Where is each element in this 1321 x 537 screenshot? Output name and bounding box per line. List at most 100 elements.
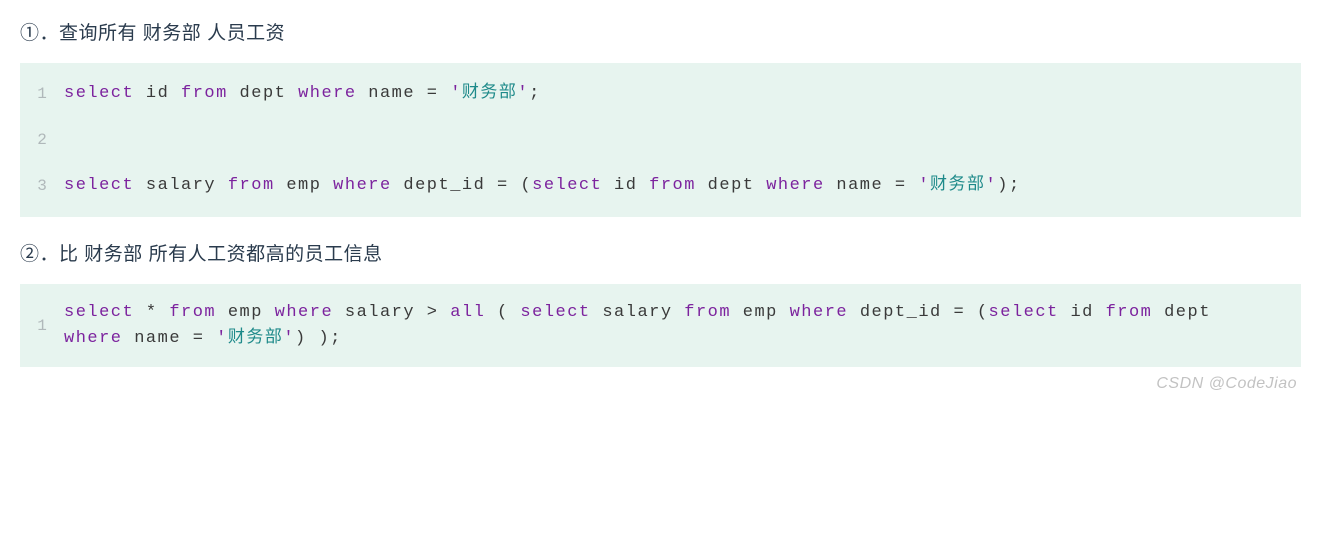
code-token — [696, 176, 708, 195]
code-token: id — [1070, 303, 1093, 322]
section-heading: ②．比 财务部 所有人工资都高的员工信息 — [20, 239, 1301, 266]
code-token: ' — [918, 176, 930, 195]
code-token: salary — [345, 303, 415, 322]
code-token — [275, 176, 287, 195]
code-token: emp — [743, 303, 778, 322]
code-token: ' — [216, 329, 228, 348]
code-token — [1094, 303, 1106, 322]
code-token — [825, 176, 837, 195]
heading-prefix: ②．比 — [20, 244, 84, 265]
code-token: ' — [517, 84, 529, 103]
code-line: 2 — [20, 117, 1301, 163]
code-content: select * from emp where salary > all ( s… — [64, 300, 1301, 351]
code-token — [415, 84, 427, 103]
line-number: 1 — [20, 317, 64, 335]
code-token — [778, 303, 790, 322]
code-token — [965, 303, 977, 322]
code-token: from — [649, 176, 696, 195]
code-token: where — [766, 176, 825, 195]
line-number: 2 — [20, 131, 64, 149]
code-token: = — [427, 84, 439, 103]
heading-bold: 财务部 — [84, 244, 143, 265]
code-token: ' — [283, 329, 295, 348]
code-token — [485, 176, 497, 195]
code-token: select — [64, 176, 134, 195]
code-token: from — [1106, 303, 1153, 322]
code-token: id — [146, 84, 169, 103]
code-token: select — [989, 303, 1059, 322]
code-token — [134, 176, 146, 195]
code-token — [602, 176, 614, 195]
code-token — [439, 303, 451, 322]
code-token: ) — [997, 176, 1009, 195]
code-token: where — [298, 84, 357, 103]
code-token — [321, 176, 333, 195]
code-token: = — [193, 329, 205, 348]
code-token: 财务部 — [462, 84, 518, 103]
code-token: ; — [529, 84, 541, 103]
code-token: name — [134, 329, 181, 348]
code-token: ( — [497, 303, 509, 322]
code-token — [509, 176, 521, 195]
code-token — [392, 176, 404, 195]
code-line: 3select salary from emp where dept_id = … — [20, 163, 1301, 209]
code-token: emp — [286, 176, 321, 195]
heading-suffix: 所有人工资都高的员工信息 — [143, 244, 383, 265]
code-token — [158, 303, 170, 322]
code-token: = — [895, 176, 907, 195]
code-block: 1select * from emp where salary > all ( … — [20, 284, 1301, 367]
code-token: = — [953, 303, 965, 322]
code-token — [883, 176, 895, 195]
code-token — [286, 84, 298, 103]
code-token: from — [169, 303, 216, 322]
code-token — [942, 303, 954, 322]
code-token — [134, 303, 146, 322]
code-token: 财务部 — [930, 176, 986, 195]
code-token — [485, 303, 497, 322]
code-token — [591, 303, 603, 322]
code-token: select — [520, 303, 590, 322]
code-token: dept — [708, 176, 755, 195]
code-token: dept_id — [403, 176, 485, 195]
code-token: ) — [318, 329, 330, 348]
code-token: ' — [986, 176, 998, 195]
heading-prefix: ①．查询所有 — [20, 23, 143, 44]
code-token: where — [790, 303, 849, 322]
code-token: ( — [977, 303, 989, 322]
code-token — [181, 329, 193, 348]
code-token: salary — [146, 176, 216, 195]
code-token: > — [427, 303, 439, 322]
code-token — [134, 84, 146, 103]
watermark: CSDN @CodeJiao — [1156, 375, 1297, 393]
line-number: 3 — [20, 177, 64, 195]
code-token: ' — [450, 84, 462, 103]
code-token: emp — [228, 303, 263, 322]
code-token — [1059, 303, 1071, 322]
code-content: select salary from emp where dept_id = (… — [64, 173, 1041, 199]
code-token: where — [333, 176, 392, 195]
code-token: dept — [240, 84, 287, 103]
code-block: 1select id from dept where name = '财务部';… — [20, 63, 1301, 217]
code-token — [907, 176, 919, 195]
code-token — [673, 303, 685, 322]
code-token — [439, 84, 451, 103]
code-token: from — [684, 303, 731, 322]
code-token — [307, 329, 319, 348]
code-content: select id from dept where name = '财务部'; — [64, 81, 561, 107]
code-token: ) — [295, 329, 307, 348]
code-token — [333, 303, 345, 322]
code-token — [216, 176, 228, 195]
code-token: name — [836, 176, 883, 195]
code-token: where — [64, 329, 123, 348]
code-token: = — [497, 176, 509, 195]
code-token: ; — [330, 329, 342, 348]
code-token: dept_id — [860, 303, 942, 322]
code-token — [204, 329, 216, 348]
code-token — [754, 176, 766, 195]
code-token: dept — [1164, 303, 1211, 322]
code-token — [509, 303, 521, 322]
code-token — [123, 329, 135, 348]
code-token — [1211, 303, 1223, 322]
code-token: where — [275, 303, 334, 322]
section-heading: ①．查询所有 财务部 人员工资 — [20, 18, 1301, 45]
